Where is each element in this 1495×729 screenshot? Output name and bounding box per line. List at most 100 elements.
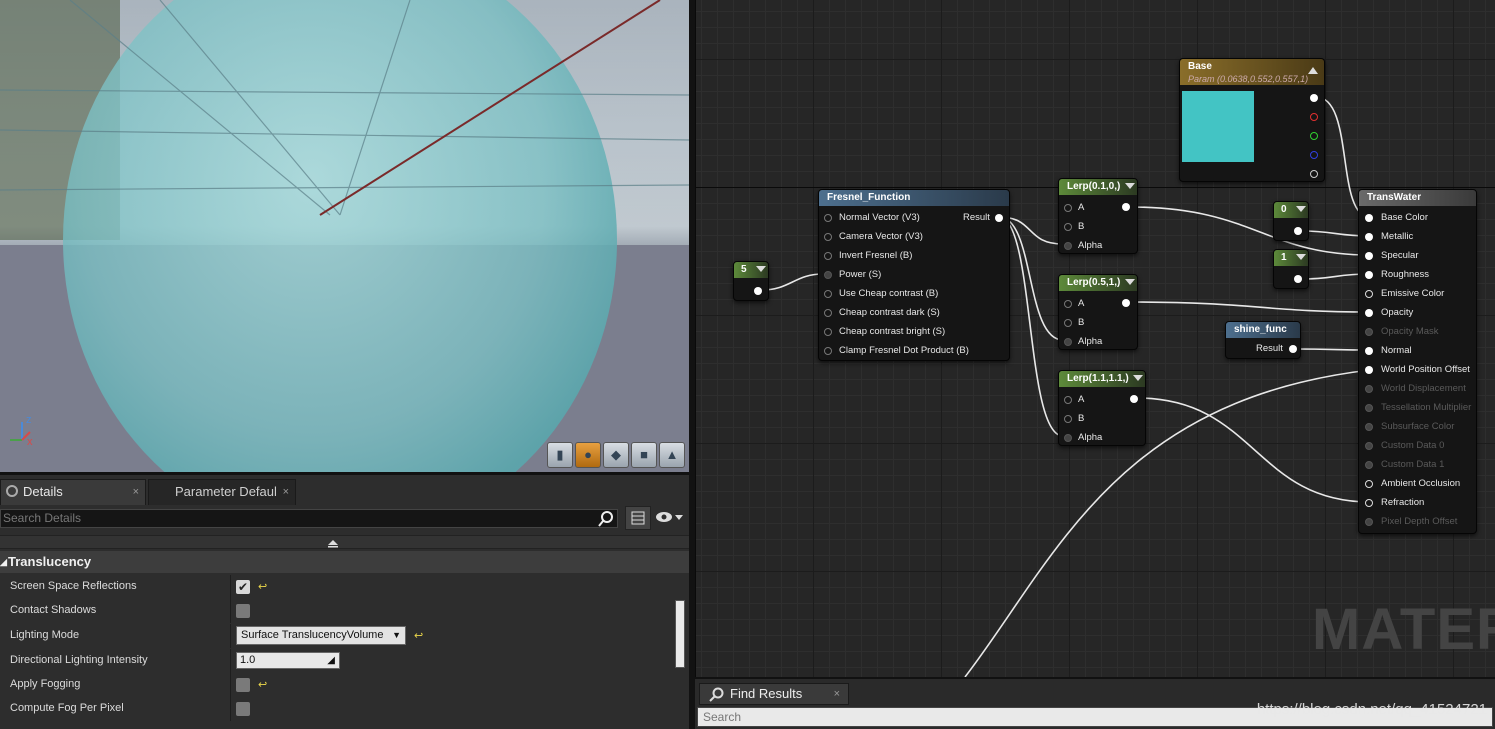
fresnel-input-pin[interactable]: Use Cheap contrast (B) (823, 288, 938, 300)
chevron-down-icon[interactable] (1125, 279, 1135, 285)
material-input-pin[interactable]: Refraction (1363, 497, 1424, 509)
lerp-pin-alpha[interactable]: Alpha (1063, 336, 1102, 348)
fresnel-input-pin[interactable]: Cheap contrast dark (S) (823, 307, 940, 319)
material-input-pin[interactable]: Roughness (1363, 269, 1429, 281)
material-input-pin[interactable]: World Displacement (1363, 383, 1466, 395)
alpha-output-pin[interactable] (1310, 170, 1318, 178)
shine-result-pin[interactable]: Result (1256, 343, 1300, 355)
reset-to-default-icon[interactable]: ↩ (258, 678, 267, 691)
pin-label: Emissive Color (1381, 288, 1445, 299)
tab-parameter-defaults[interactable]: Parameter Defaults × (148, 479, 296, 505)
close-icon[interactable]: × (834, 684, 840, 704)
constant-5-node[interactable]: 5 (733, 261, 769, 301)
apply-fogging-checkbox[interactable] (236, 678, 250, 692)
reset-to-default-icon[interactable]: ↩ (414, 629, 423, 642)
base-param-node[interactable]: Base Param (0.0638,0.552,0.557,1) (1179, 58, 1325, 182)
material-input-pin[interactable]: Specular (1363, 250, 1419, 262)
material-graph-canvas[interactable]: MATERI Base Param (0.0638,0.552,0.557,1) (695, 0, 1495, 677)
fresnel-input-pin[interactable]: Camera Vector (V3) (823, 231, 923, 243)
material-input-pin[interactable]: Opacity Mask (1363, 326, 1439, 338)
tab-details[interactable]: Details × (0, 479, 146, 505)
lerp-pin-a[interactable]: A (1063, 202, 1084, 214)
grid-view-button[interactable] (625, 506, 651, 530)
chevron-down-icon[interactable] (756, 266, 766, 272)
lerp-pin-alpha[interactable]: Alpha (1063, 432, 1102, 444)
screen-space-reflections-checkbox[interactable]: ✔ (236, 580, 250, 594)
wire (761, 273, 824, 291)
lighting-mode-dropdown[interactable]: Surface TranslucencyVolume ▼ (236, 626, 406, 645)
lerp-pin-b[interactable]: B (1063, 317, 1084, 329)
material-input-pin[interactable]: Pixel Depth Offset (1363, 516, 1457, 528)
pin-dot (1365, 252, 1373, 260)
fresnel-input-pin[interactable]: Clamp Fresnel Dot Product (B) (823, 345, 969, 357)
collapse-toggle[interactable] (0, 535, 689, 549)
fresnel-input-pin[interactable]: Invert Fresnel (B) (823, 250, 912, 262)
fresnel-input-pin[interactable]: Cheap contrast bright (S) (823, 326, 945, 338)
output-pin[interactable] (754, 287, 762, 295)
preview-cube-button[interactable]: ■ (631, 442, 657, 468)
output-pin[interactable] (1122, 203, 1130, 211)
transwater-material-node[interactable]: TransWater Base Color Metallic Specular Rou… (1358, 189, 1477, 534)
lerp-pin-a[interactable]: A (1063, 394, 1084, 406)
material-input-pin[interactable]: Tessellation Multiplier (1363, 402, 1471, 414)
pin-label: Subsurface Color (1381, 421, 1455, 432)
rgba-output-pin[interactable] (1310, 94, 1318, 102)
constant-1-node[interactable]: 1 (1273, 249, 1309, 289)
preview-cylinder-button[interactable]: ▮ (547, 442, 573, 468)
details-scrollbar[interactable] (675, 600, 685, 668)
tab-find-results[interactable]: Find Results × (699, 683, 849, 705)
chevron-down-icon[interactable] (1133, 375, 1143, 381)
material-input-pin[interactable]: Metallic (1363, 231, 1413, 243)
lerp-pin-b[interactable]: B (1063, 413, 1084, 425)
shine-func-node[interactable]: shine_func Result (1225, 321, 1301, 359)
close-icon[interactable]: × (133, 480, 139, 504)
material-preview-viewport[interactable]: z x ▮ ● ◆ ■ ▲ (0, 0, 689, 472)
search-details-input[interactable]: Search Details (0, 509, 618, 528)
lerp-pin-a[interactable]: A (1063, 298, 1084, 310)
lerp-pin-alpha[interactable]: Alpha (1063, 240, 1102, 252)
material-input-pin[interactable]: Opacity (1363, 307, 1413, 319)
fresnel-input-pin[interactable]: Power (S) (823, 269, 881, 281)
material-input-pin[interactable]: World Position Offset (1363, 364, 1470, 376)
fresnel-function-node[interactable]: Fresnel_Function Normal Vector (V3) Came… (818, 189, 1010, 361)
category-header-translucency[interactable]: ◢ Translucency (0, 551, 689, 573)
pin-dot (1365, 233, 1373, 241)
green-output-pin[interactable] (1310, 132, 1318, 140)
preview-sphere-button[interactable]: ● (575, 442, 601, 468)
property-row: Screen Space Reflections ✔ ↩ (0, 575, 672, 599)
preview-plane-button[interactable]: ◆ (603, 442, 629, 468)
chevron-down-icon[interactable] (1296, 254, 1306, 260)
material-input-pin[interactable]: Ambient Occlusion (1363, 478, 1460, 490)
contact-shadows-checkbox[interactable] (236, 604, 250, 618)
view-options-button[interactable] (653, 506, 687, 530)
reset-to-default-icon[interactable]: ↩ (258, 580, 267, 593)
red-output-pin[interactable] (1310, 113, 1318, 121)
lerp-node-1[interactable]: Lerp(0.1,0,) A B Alpha (1058, 178, 1138, 254)
fresnel-input-pin[interactable]: Normal Vector (V3) (823, 212, 920, 224)
chevron-down-icon[interactable] (1125, 183, 1135, 189)
material-input-pin[interactable]: Normal (1363, 345, 1412, 357)
compute-fog-per-pixel-checkbox[interactable] (236, 702, 250, 716)
output-pin[interactable] (1130, 395, 1138, 403)
property-row: Lighting Mode Surface TranslucencyVolume… (0, 624, 672, 648)
chevron-down-icon[interactable] (1296, 206, 1306, 212)
blue-output-pin[interactable] (1310, 151, 1318, 159)
material-input-pin[interactable]: Base Color (1363, 212, 1428, 224)
output-pin[interactable] (1294, 227, 1302, 235)
close-icon[interactable]: × (283, 480, 289, 504)
node-collapse-icon[interactable] (1308, 67, 1318, 74)
material-input-pin[interactable]: Emissive Color (1363, 288, 1444, 300)
output-pin[interactable] (1122, 299, 1130, 307)
material-input-pin[interactable]: Subsurface Color (1363, 421, 1454, 433)
lerp-node-2[interactable]: Lerp(0.5,1,) A B Alpha (1058, 274, 1138, 350)
material-input-pin[interactable]: Custom Data 0 (1363, 440, 1444, 452)
directional-lighting-intensity-field[interactable]: 1.0 ◢ (236, 652, 340, 669)
output-pin[interactable] (1294, 275, 1302, 283)
material-input-pin[interactable]: Custom Data 1 (1363, 459, 1444, 471)
fresnel-result-pin[interactable]: Result (963, 212, 1009, 224)
cylinder-icon: ▮ (556, 447, 564, 462)
preview-mesh-button[interactable]: ▲ (659, 442, 685, 468)
lerp-node-3[interactable]: Lerp(1.1,1.1,) A B Alpha (1058, 370, 1146, 446)
lerp-pin-b[interactable]: B (1063, 221, 1084, 233)
constant-0-node[interactable]: 0 (1273, 201, 1309, 241)
